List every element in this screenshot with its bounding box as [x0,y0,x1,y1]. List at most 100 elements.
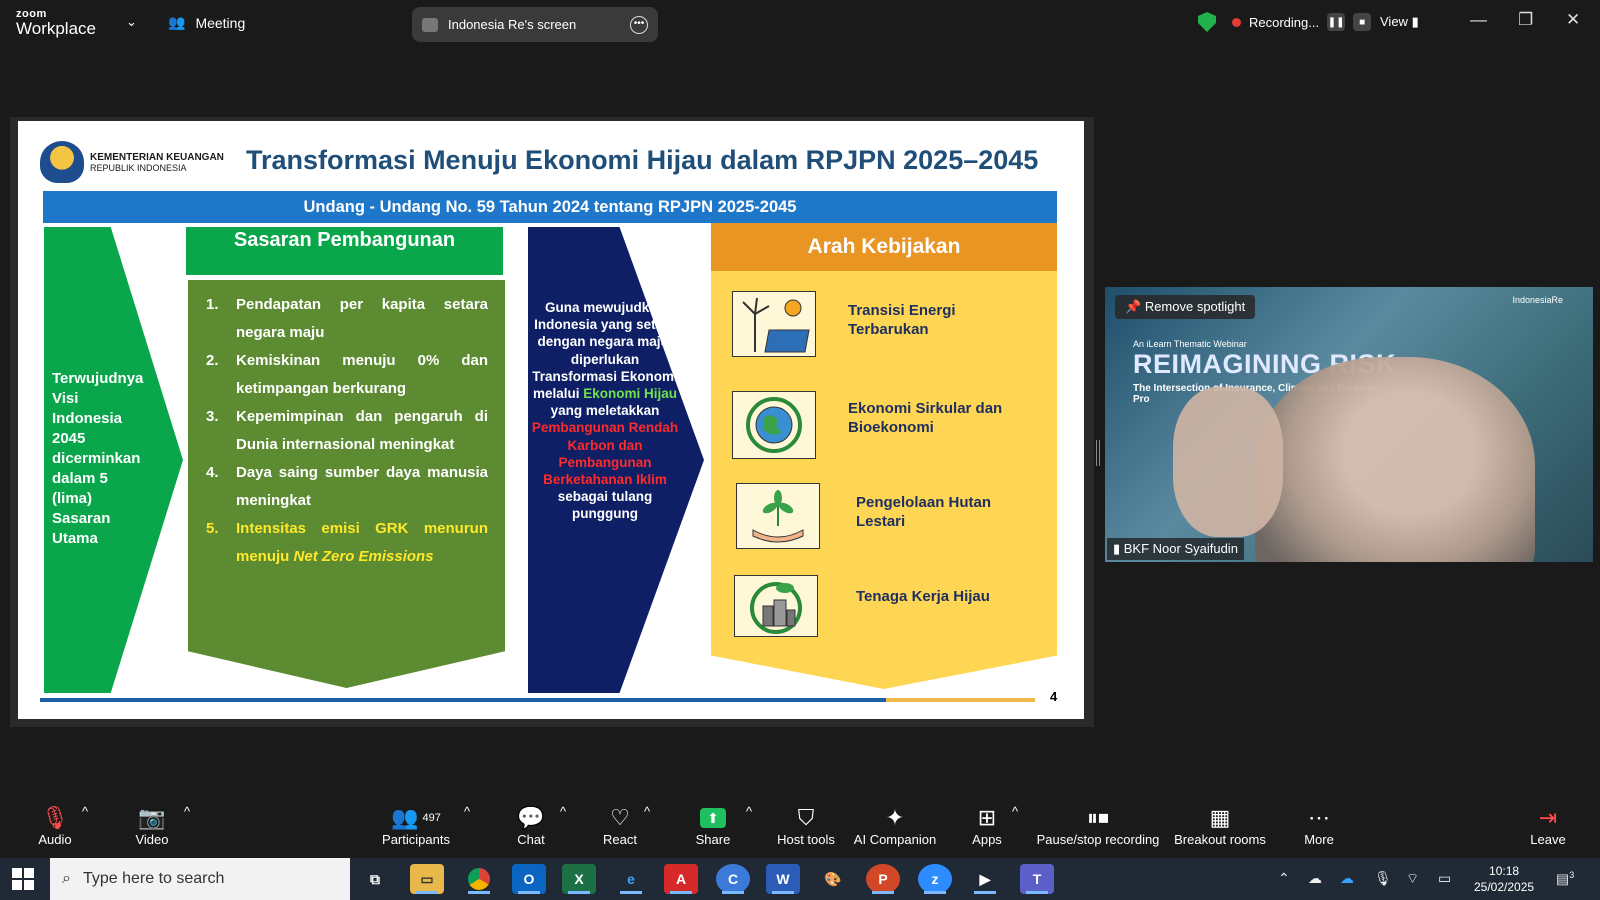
law-banner: Undang - Undang No. 59 Tahun 2024 tentan… [43,191,1057,223]
react-button[interactable]: ♡ React [602,804,638,847]
video-button[interactable]: 📷 Video [128,804,176,847]
taskbar-search[interactable]: ⌕ Type here to search [50,858,350,900]
notification-count: 3 [1569,870,1575,880]
edge-icon[interactable]: e [614,864,648,894]
split-divider-handle[interactable] [1096,440,1100,466]
notification-icon[interactable]: ▤3 [1556,870,1574,888]
policy-label: Transisi Energi Terbarukan [848,302,956,338]
sasaran-item-highlight: 5. Intensitas emisi GRK menurun menuju Ne… [206,515,488,571]
audio-button[interactable]: 🎙 Audio [34,804,76,847]
battery-icon[interactable]: ▭ [1438,870,1451,887]
canva-icon[interactable]: C [716,864,750,894]
ai-companion-label: AI Companion [853,832,937,847]
mic-muted-icon: 🎙 [41,805,69,830]
chat-caret-icon[interactable]: ^ [560,804,566,819]
audio-options-caret-icon[interactable]: ^ [82,804,88,819]
file-explorer-icon[interactable]: ▭ [410,864,444,894]
participants-caret-icon[interactable]: ^ [464,804,470,819]
pause-icon[interactable]: ❚❚ [1327,13,1346,31]
onedrive-icon[interactable]: ☁ [1340,870,1354,887]
pause-recording-label: Pause/stop recording [1036,832,1160,847]
item-number: 5. [206,520,219,537]
powerpoint-icon[interactable]: P [866,864,900,894]
item-text: Intensitas emisi GRK menurun menuju Net … [236,515,488,571]
participants-button[interactable]: 👥 497 Participants [380,804,452,847]
task-view-icon[interactable]: ⧉ [358,864,392,894]
heart-icon: ♡ [610,805,630,830]
recycle-globe-icon [732,391,816,459]
item-text: Kepemimpinan dan pengaruh di Dunia inter… [236,408,488,453]
item-text: Kemiskinan menuju 0% dan ketimpangan ber… [236,352,488,397]
microphone-icon[interactable]: 🎙 [1374,870,1392,887]
transform-part3: sebagai tulang punggung [557,489,653,522]
spotlight-video-tile[interactable]: IndonesiaRe An iLearn Thematic Webinar R… [1105,287,1593,562]
react-caret-icon[interactable]: ^ [644,804,650,819]
transform-part2: yang meletakkan [550,403,660,419]
sasaran-item: 4. Daya saing sumber daya manusia meningk… [206,459,488,515]
zoom-title-bar: zoom Workplace ⌄ 👥 Meeting Indonesia Re'… [0,0,1600,46]
taskbar-clock[interactable]: 10:18 25/02/2025 [1474,863,1534,895]
policy-label: Tenaga Kerja Hijau [856,588,990,605]
participants-count: 497 [422,812,441,824]
stop-icon[interactable]: ■ [1353,13,1372,31]
apps-icon: ⊞ [977,805,997,830]
breakout-rooms-button[interactable]: ▦ Breakout rooms [1174,804,1266,847]
item-text: Daya saing sumber daya manusia meningkat [236,464,488,509]
chevron-up-icon[interactable]: ⌃ [1278,870,1290,887]
video-label: Video [135,832,169,847]
audio-label: Audio [38,832,72,847]
outlook-icon[interactable]: O [512,864,546,894]
share-button[interactable]: ⬆ Share [694,804,732,847]
more-options-icon[interactable]: ••• [630,15,648,34]
leave-button[interactable]: ⇥ Leave [1530,804,1566,847]
more-button[interactable]: ⋯ More [1302,804,1336,847]
apps-caret-icon[interactable]: ^ [1012,804,1018,819]
ministry-country: REPUBLIK INDONESIA [90,162,187,173]
word-icon[interactable]: W [766,864,800,894]
teams-icon[interactable]: T [1020,864,1054,894]
ai-companion-button[interactable]: ✦ AI Companion [852,804,938,847]
sasaran-item: 1. Pendapatan per kapita setara negara ma… [206,291,488,347]
background-logo: IndonesiaRe [1512,295,1563,305]
item-number: 4. [206,464,219,481]
view-label: View [1380,14,1408,29]
restore-icon[interactable]: ❐ [1518,10,1533,30]
zoom-icon[interactable]: z [918,864,952,894]
acrobat-icon[interactable]: A [664,864,698,894]
remove-spotlight-button[interactable]: 📌 Remove spotlight [1115,295,1256,319]
windows-start-icon[interactable] [12,868,34,890]
media-player-icon[interactable]: ▶ [968,864,1002,894]
chat-button[interactable]: 💬 Chat [514,804,548,847]
leave-icon: ⇥ [1538,805,1558,830]
shield-icon [1198,12,1216,32]
close-icon[interactable]: ✕ [1566,10,1580,30]
spotlight-label: Remove spotlight [1144,299,1246,314]
pause-stop-recording-button[interactable]: ⏸⏹ Pause/stop recording [1036,804,1160,847]
host-tools-label: Host tools [777,832,835,847]
excel-icon[interactable]: X [562,864,596,894]
host-tools-button[interactable]: ⛉ Host tools [776,804,836,847]
ministry-header: KEMENTERIAN KEUANGAN REPUBLIK INDONESIA [40,141,224,183]
participant-name-tag: ▮ BKF Noor Syaifudin [1107,538,1244,560]
wifi-icon[interactable]: ⌔ [1406,870,1419,888]
item-number: 2. [206,352,219,369]
vision-text: Terwujudnya Visi Indonesia 2045 dicermin… [52,370,144,547]
minimize-icon[interactable]: — [1470,10,1487,30]
react-label: React [603,832,637,847]
chrome-icon[interactable] [462,864,496,894]
cloud-sync-icon[interactable]: ☁ [1308,870,1322,887]
share-caret-icon[interactable]: ^ [746,804,752,819]
view-menu[interactable]: View ▮ [1380,14,1419,30]
share-screen-icon: ⬆ [694,804,732,832]
apps-button[interactable]: ⊞ Apps [970,804,1004,847]
policy-label: Pengelolaan Hutan Lestari [856,494,992,530]
video-options-caret-icon[interactable]: ^ [184,804,190,819]
share-indicator[interactable]: Indonesia Re's screen ••• [412,7,658,42]
meeting-menu[interactable]: 👥 Meeting [168,14,245,31]
chevron-down-icon[interactable]: ⌄ [126,14,137,30]
sasaran-list: 1. Pendapatan per kapita setara negara ma… [206,291,488,571]
people-icon: 👥 [168,14,186,30]
paint-icon[interactable]: 🎨 [816,864,850,894]
apps-label: Apps [972,832,1002,847]
recording-status: Recording... ❚❚ ■ [1198,12,1372,32]
